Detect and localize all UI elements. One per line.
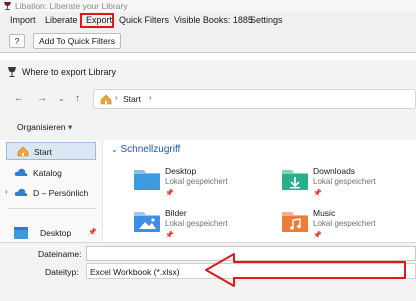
annotation-arrow: [205, 253, 406, 287]
